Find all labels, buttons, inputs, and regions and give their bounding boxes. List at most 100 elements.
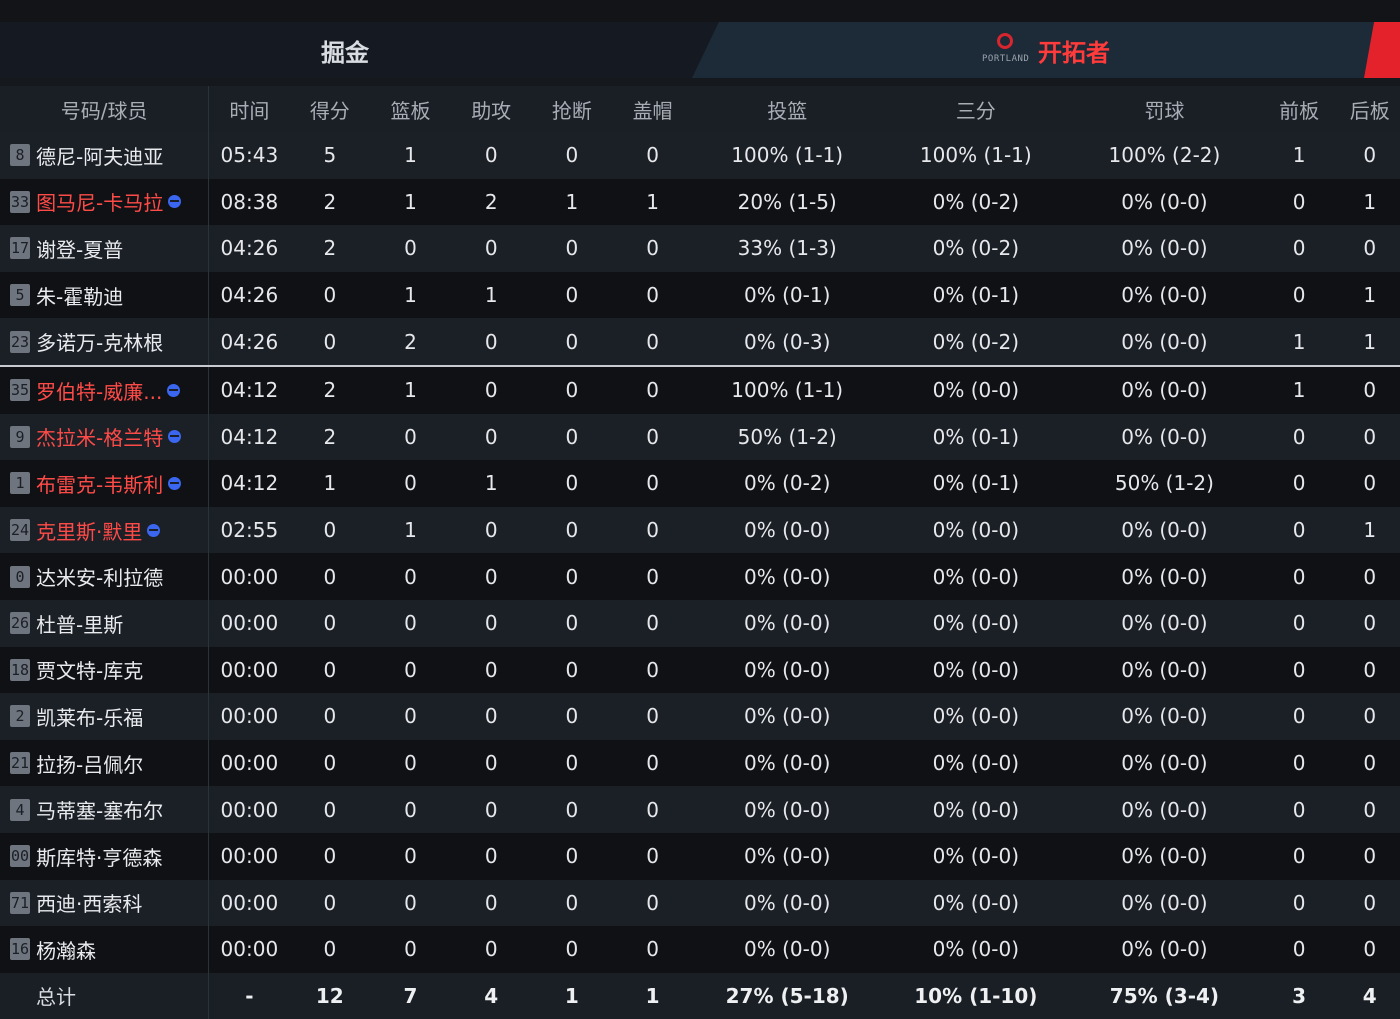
stat-ft: 100% (2-2) (1108, 143, 1221, 168)
stat-drb: 0 (1363, 937, 1377, 962)
player-name[interactable]: 朱-霍勒迪 (36, 285, 123, 309)
player-cell[interactable]: 16 杨瀚森 (0, 926, 210, 973)
player-cell[interactable]: 8 德尼-阿夫迪亚 (0, 132, 210, 179)
player-cell[interactable]: 24 克里斯·默里 (0, 506, 210, 554)
stat-fg: 0% (0-0) (744, 751, 831, 776)
stat-fg: 100% (1-1) (731, 143, 844, 168)
player-row[interactable]: 17 谢登-夏普 04:26 2 0 0 0 0 33% (1-3) 0% (0-2) 0% (0-… (0, 225, 1400, 272)
stat-points: 0 (323, 751, 337, 776)
player-row[interactable]: 71 西迪·西索科 00:00 0 0 0 0 0 0% (0-0) 0% (0-0) 0% (0-… (0, 879, 1400, 927)
tab-team-trail-blazers[interactable]: PORTLAND 开拓者 (692, 22, 1400, 78)
total-points: 12 (315, 983, 344, 1008)
player-name[interactable]: 西迪·西索科 (36, 892, 142, 916)
player-name[interactable]: 杜普-里斯 (36, 613, 123, 637)
player-row[interactable]: 8 德尼-阿夫迪亚 05:43 5 1 0 0 0 100% (1-1) 100% (1-1) 10… (0, 132, 1400, 179)
on-court-basketball-icon (168, 195, 182, 209)
stat-points: 0 (323, 704, 337, 729)
player-name[interactable]: 布雷克-韦斯利 (36, 473, 163, 497)
player-name[interactable]: 拉扬-吕佩尔 (36, 753, 143, 777)
stat-rebounds: 2 (370, 318, 451, 367)
header-three[interactable]: 三分 (882, 86, 1071, 132)
stat-steals: 0 (565, 143, 579, 168)
player-row[interactable]: 5 朱-霍勒迪 04:26 0 1 1 0 0 0% (0-1) 0% (0-1) 0% (0-0)… (0, 271, 1400, 319)
stat-orb: 0 (1292, 704, 1306, 729)
stat-assists: 0 (484, 657, 498, 682)
header-time[interactable]: 时间 (209, 86, 290, 132)
total-three: 10% (1-10) (914, 983, 1038, 1008)
header-steals[interactable]: 抢断 (532, 86, 613, 132)
stat-three: 0% (0-1) (932, 471, 1019, 496)
player-cell[interactable]: 33 图马尼-卡马拉 (0, 178, 210, 226)
player-name[interactable]: 贾文特-库克 (36, 659, 143, 683)
on-court-basketball-icon (168, 476, 182, 490)
stat-orb: 0 (1292, 890, 1306, 915)
player-row[interactable]: 26 杜普-里斯 00:00 0 0 0 0 0 0% (0-0) 0% (0-0) 0% (0-0… (0, 599, 1400, 647)
player-cell[interactable]: 00 斯库特·亨德森 (0, 832, 210, 880)
player-name[interactable]: 德尼-阿夫迪亚 (36, 145, 163, 169)
player-cell[interactable]: 71 西迪·西索科 (0, 879, 210, 927)
player-row[interactable]: 18 贾文特-库克 00:00 0 0 0 0 0 0% (0-0) 0% (0-0) 0% (0-… (0, 646, 1400, 694)
player-cell[interactable]: 9 杰拉米-格兰特 (0, 413, 210, 461)
stat-ft: 0% (0-0) (1121, 657, 1208, 682)
tab-team-nuggets[interactable]: 掘金 (0, 22, 720, 78)
player-name[interactable]: 罗伯特-威廉... (36, 380, 162, 404)
stat-fg: 0% (0-0) (744, 890, 831, 915)
player-name[interactable]: 多诺万-克林根 (36, 331, 163, 355)
header-points[interactable]: 得分 (289, 86, 370, 132)
player-row[interactable]: 35 罗伯特-威廉... 04:12 2 1 0 0 0 100% (1-1) 0% (0-0) 0… (0, 365, 1400, 414)
header-ft[interactable]: 罚球 (1070, 86, 1259, 132)
stat-fg: 33% (1-3) (737, 236, 837, 261)
player-name[interactable]: 斯库特·亨德森 (36, 846, 162, 870)
player-row[interactable]: 2 凯莱布-乐福 00:00 0 0 0 0 0 0% (0-0) 0% (0-0) 0% (0-0… (0, 693, 1400, 740)
player-cell[interactable]: 5 朱-霍勒迪 (0, 271, 210, 319)
stat-points: 0 (323, 564, 337, 589)
stat-three: 0% (0-0) (932, 564, 1019, 589)
stat-steals: 0 (565, 937, 579, 962)
header-drb[interactable]: 后板 (1339, 86, 1400, 132)
player-name[interactable]: 达米安-利拉德 (36, 566, 163, 590)
header-orb[interactable]: 前板 (1259, 86, 1340, 132)
on-court-basketball-icon (168, 430, 182, 444)
player-name[interactable]: 谢登-夏普 (36, 238, 123, 262)
player-cell[interactable]: 17 谢登-夏普 (0, 225, 210, 272)
player-cell[interactable]: 1 布雷克-韦斯利 (0, 460, 210, 507)
player-row[interactable]: 21 拉扬-吕佩尔 00:00 0 0 0 0 0 0% (0-0) 0% (0-0) 0% (0-… (0, 739, 1400, 787)
player-row[interactable]: 9 杰拉米-格兰特 04:12 2 0 0 0 0 50% (1-2) 0% (0-1) 0% (0… (0, 413, 1400, 461)
player-row[interactable]: 23 多诺万-克林根 04:26 0 2 0 0 0 0% (0-3) 0% (0-2) 0% (0… (0, 318, 1400, 367)
player-name[interactable]: 克里斯·默里 (36, 520, 142, 544)
stat-assists: 0 (484, 611, 498, 636)
header-rebounds[interactable]: 篮板 (370, 86, 451, 132)
player-name[interactable]: 杰拉米-格兰特 (36, 426, 163, 450)
stat-orb: 0 (1292, 611, 1306, 636)
stat-ft: 0% (0-0) (1121, 704, 1208, 729)
stat-points: 0 (323, 518, 337, 543)
stat-time: 00:00 (220, 704, 279, 729)
header-blocks[interactable]: 盖帽 (612, 86, 693, 132)
header-fg[interactable]: 投篮 (693, 86, 882, 132)
player-row[interactable]: 0 达米安-利拉德 00:00 0 0 0 0 0 0% (0-0) 0% (0-0) 0% (0-… (0, 553, 1400, 600)
player-row[interactable]: 16 杨瀚森 00:00 0 0 0 0 0 0% (0-0) 0% (0-0) 0% (0-0) 0… (0, 926, 1400, 973)
player-cell[interactable]: 2 凯莱布-乐福 (0, 693, 210, 740)
player-name[interactable]: 图马尼-卡马拉 (36, 191, 163, 215)
player-cell[interactable]: 35 罗伯特-威廉... (0, 365, 210, 414)
player-cell[interactable]: 23 多诺万-克林根 (0, 318, 210, 367)
player-name[interactable]: 杨瀚森 (36, 939, 96, 963)
stat-time: 00:00 (220, 890, 279, 915)
player-row[interactable]: 1 布雷克-韦斯利 04:12 1 0 1 0 0 0% (0-2) 0% (0-1) 50% (1… (0, 460, 1400, 507)
stat-orb: 1 (1292, 378, 1306, 403)
player-cell[interactable]: 0 达米安-利拉德 (0, 553, 210, 600)
player-name[interactable]: 凯莱布-乐福 (36, 706, 143, 730)
player-cell[interactable]: 18 贾文特-库克 (0, 646, 210, 694)
player-name[interactable]: 马蒂塞-塞布尔 (36, 799, 163, 823)
stat-blocks: 0 (646, 844, 659, 869)
player-rows: 8 德尼-阿夫迪亚 05:43 5 1 0 0 0 100% (1-1) 100% (1-1) 10… (0, 132, 1400, 973)
player-row[interactable]: 00 斯库特·亨德森 00:00 0 0 0 0 0 0% (0-0) 0% (0-0) 0% (0… (0, 832, 1400, 880)
player-cell[interactable]: 26 杜普-里斯 (0, 599, 210, 647)
player-cell[interactable]: 4 马蒂塞-塞布尔 (0, 786, 210, 833)
player-row[interactable]: 33 图马尼-卡马拉 08:38 2 1 2 1 1 20% (1-5) 0% (0-2) 0% (… (0, 178, 1400, 226)
player-cell[interactable]: 21 拉扬-吕佩尔 (0, 739, 210, 787)
stat-fg: 100% (1-1) (731, 378, 844, 403)
player-row[interactable]: 24 克里斯·默里 02:55 0 1 0 0 0 0% (0-0) 0% (0-0) 0% (0-… (0, 506, 1400, 554)
player-row[interactable]: 4 马蒂塞-塞布尔 00:00 0 0 0 0 0 0% (0-0) 0% (0-0) 0% (0-… (0, 786, 1400, 833)
header-assists[interactable]: 助攻 (451, 86, 532, 132)
